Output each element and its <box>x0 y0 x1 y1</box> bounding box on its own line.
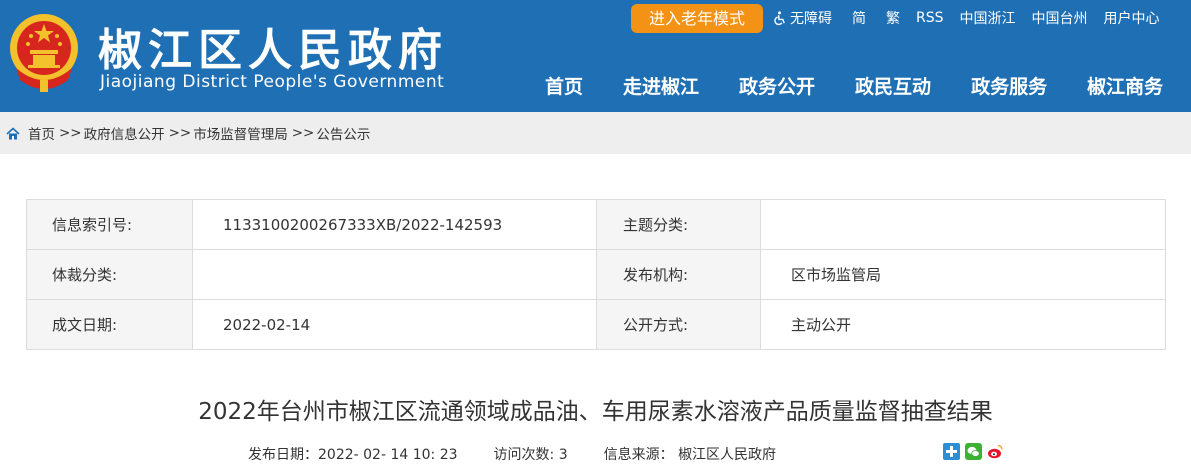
breadcrumb-open-info[interactable]: 政府信息公开 <box>84 123 165 143</box>
nav-open-gov[interactable]: 政务公开 <box>739 72 815 99</box>
share-weibo-button[interactable] <box>987 443 1004 460</box>
visit-count-value: 3 <box>558 447 568 463</box>
table-row: 成文日期: 2022-02-14 公开方式: 主动公开 <box>26 299 1166 350</box>
nav-services[interactable]: 政务服务 <box>971 72 1047 99</box>
breadcrumb-market-bureau[interactable]: 市场监督管理局 <box>193 123 288 143</box>
traditional-link[interactable]: 繁 <box>886 8 900 28</box>
taizhou-link[interactable]: 中国台州 <box>1032 8 1088 28</box>
breadcrumb-separator: >> <box>59 125 82 141</box>
index-value: 1133100200267333XB/2022-142593 <box>192 199 597 250</box>
breadcrumb-notices[interactable]: 公告公示 <box>316 123 370 143</box>
share-wechat-button[interactable] <box>965 443 982 460</box>
table-row: 体裁分类: 发布机构: 区市场监管局 <box>26 249 1166 300</box>
genre-value <box>192 249 597 300</box>
site-header: 椒江区人民政府 Jiaojiang District People's Gove… <box>0 0 1191 112</box>
article-meta: 发布日期：2022- 02- 14 10: 23 访问次数: 3 信息来源： 椒… <box>248 444 776 464</box>
share-plus-icon <box>943 443 960 460</box>
simplified-link[interactable]: 简 <box>852 8 866 28</box>
share-buttons <box>943 443 1009 460</box>
genre-label: 体裁分类: <box>26 249 193 300</box>
date-value: 2022-02-14 <box>192 299 597 350</box>
publish-date: 发布日期：2022- 02- 14 10: 23 <box>248 444 458 464</box>
index-label: 信息索引号: <box>26 199 193 250</box>
publish-date-value: 2022- 02- 14 10: 23 <box>318 447 458 463</box>
home-icon <box>6 126 20 139</box>
wheelchair-icon <box>774 10 785 25</box>
breadcrumb: 首页 >> 政府信息公开 >> 市场监督管理局 >> 公告公示 <box>0 112 1191 154</box>
top-links: 无障碍 简 繁 RSS 中国浙江 中国台州 用户中心 <box>772 8 1180 28</box>
publisher-value: 区市场监管局 <box>760 249 1166 300</box>
national-emblem-icon <box>10 14 78 92</box>
nav-commerce[interactable]: 椒江商务 <box>1087 72 1163 99</box>
share-more-button[interactable] <box>943 443 960 460</box>
wechat-icon <box>965 443 982 460</box>
date-label: 成文日期: <box>26 299 193 350</box>
table-row: 信息索引号: 1133100200267333XB/2022-142593 主题… <box>26 199 1166 250</box>
article-title: 2022年台州市椒江区流通领域成品油、车用尿素水溶液产品质量监督抽查结果 <box>198 399 993 425</box>
visit-count-label: 访问次数: <box>493 447 555 463</box>
elder-mode-button[interactable]: 进入老年模式 <box>631 4 763 33</box>
visit-count: 访问次数: 3 <box>494 444 568 464</box>
weibo-icon <box>988 444 1003 459</box>
zhejiang-link[interactable]: 中国浙江 <box>960 8 1016 28</box>
breadcrumb-home[interactable]: 首页 <box>28 123 55 143</box>
info-source-value: 椒江区人民政府 <box>678 447 777 463</box>
site-subtitle: Jiaojiang District People's Government <box>100 72 445 92</box>
info-source-label: 信息来源： <box>603 447 674 463</box>
info-source: 信息来源： 椒江区人民政府 <box>604 444 776 464</box>
nav-interaction[interactable]: 政民互动 <box>855 72 931 99</box>
publish-date-label: 发布日期： <box>248 447 318 463</box>
open-mode-value: 主动公开 <box>760 299 1166 350</box>
nav-about[interactable]: 走进椒江 <box>623 72 699 99</box>
info-table: 信息索引号: 1133100200267333XB/2022-142593 主题… <box>26 199 1166 350</box>
publisher-label: 发布机构: <box>596 249 761 300</box>
main-nav: 首页 走进椒江 政务公开 政民互动 政务服务 椒江商务 <box>545 72 1163 99</box>
breadcrumb-separator: >> <box>291 125 315 141</box>
user-center-link[interactable]: 用户中心 <box>1104 8 1160 28</box>
breadcrumb-separator: >> <box>168 125 192 141</box>
accessibility-label: 无障碍 <box>790 11 832 27</box>
site-title: 椒江区人民政府 <box>98 25 448 76</box>
topic-label: 主题分类: <box>596 199 761 250</box>
rss-link[interactable]: RSS <box>916 10 944 26</box>
accessibility-link[interactable]: 无障碍 <box>772 8 832 28</box>
topic-value <box>760 199 1166 250</box>
nav-home[interactable]: 首页 <box>545 72 583 99</box>
open-mode-label: 公开方式: <box>596 299 761 350</box>
